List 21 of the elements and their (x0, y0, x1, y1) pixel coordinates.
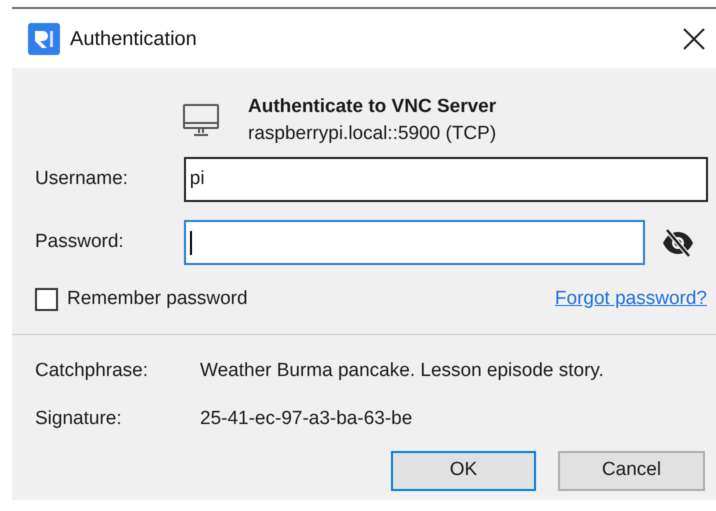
dialog-button[interactable]: Cancel (558, 450, 705, 490)
field-label: Password: (35, 230, 125, 254)
checkbox-label: Remember password (67, 287, 248, 311)
info-label: Catchphrase: (35, 358, 150, 382)
checkbox[interactable] (35, 288, 58, 311)
info-value: 25-41-ec-97-a3-ba-63-be (200, 407, 412, 431)
info-value: Weather Burma pancake. Lesson episode story. (200, 358, 604, 382)
field-label: Username: (35, 167, 129, 192)
server-address: raspberrypi.local::5900 (TCP) (248, 122, 496, 146)
close-icon (683, 28, 705, 50)
username-field[interactable]: pi (184, 157, 708, 202)
window-title: Authentication (70, 26, 197, 52)
forgot-password-link[interactable]: Forgot password? (554, 285, 707, 314)
info-label: Signature: (35, 407, 123, 431)
password-field[interactable] (184, 220, 645, 265)
app-logo-icon (28, 22, 60, 54)
field-value: pi (190, 167, 205, 192)
eye-slash-icon (662, 228, 694, 256)
dialog-button[interactable]: OK (391, 450, 536, 490)
dialog-heading: Authenticate to VNC Server (248, 95, 496, 119)
monitor-icon (183, 102, 219, 138)
